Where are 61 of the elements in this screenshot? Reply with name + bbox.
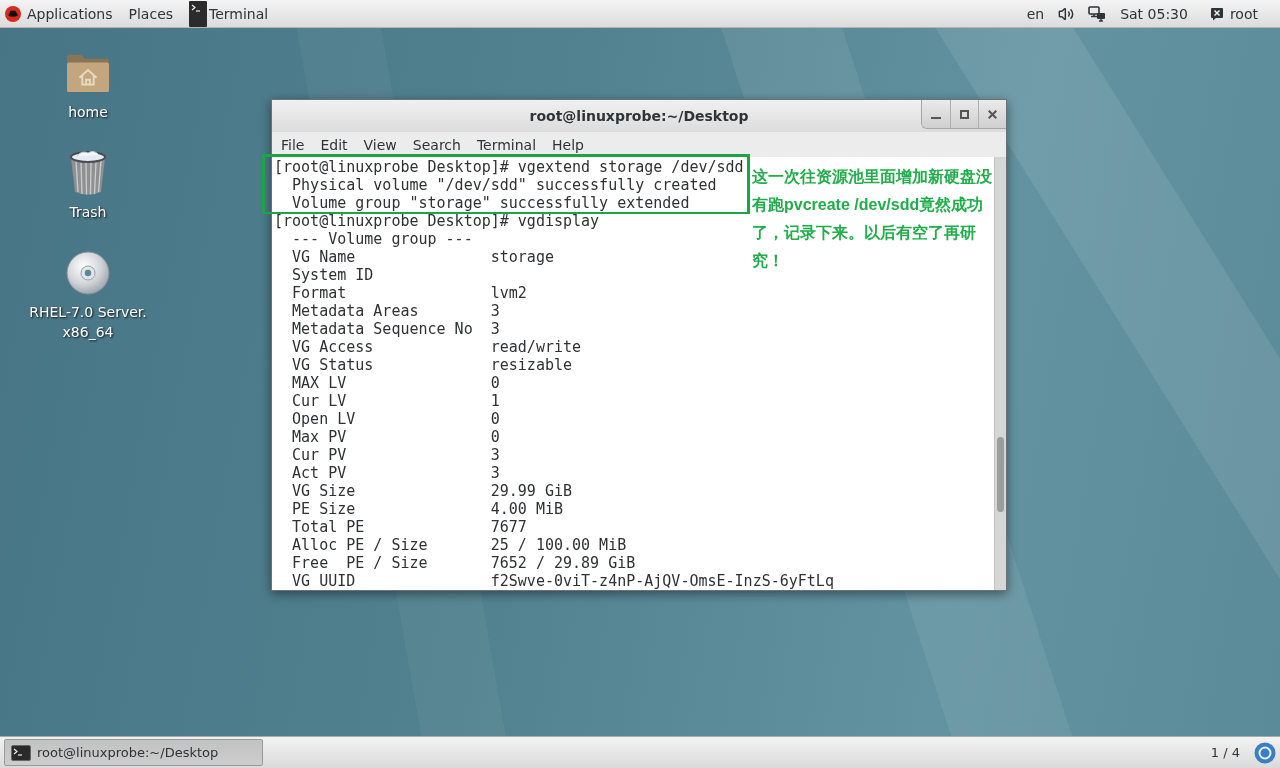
network-icon[interactable] (1088, 5, 1107, 22)
terminal-line: Format lvm2 (291, 284, 527, 302)
minimize-icon (931, 116, 941, 119)
menu-item[interactable]: File (274, 132, 312, 157)
terminal-line: --- Volume group --- (291, 230, 473, 248)
user-status-icon (1209, 6, 1224, 21)
terminal-line: [root@linuxprobe Desktop]# vgdisplay (274, 212, 600, 230)
menu-item[interactable]: Search (405, 132, 468, 157)
terminal-line: Alloc PE / Size 25 / 100.00 MiB (291, 536, 627, 554)
scrollbar-thumb[interactable] (997, 437, 1004, 512)
annotation-note: 这一次往资源池里面增加新硬盘没有跑pvcreate /dev/sdd竟然成功了，记录下来。以后有空了再研究！ (752, 167, 993, 271)
top-menu[interactable]: Places (128, 0, 174, 27)
top-menu[interactable]: Applications (5, 0, 113, 27)
terminal-icon (189, 0, 208, 27)
terminal-line: Cur LV 1 (291, 392, 500, 410)
menu-item[interactable]: Edit (313, 132, 355, 157)
terminal-line: [root@linuxprobe Desktop]# vgextend storage /dev/sdd (274, 158, 744, 176)
terminal-line: Total PE 7677 (291, 518, 527, 536)
terminal-line: VG Access read/write (291, 338, 582, 356)
taskbar-window-button[interactable]: root@linuxprobe:~/Desktop (4, 739, 263, 766)
close-button[interactable] (978, 100, 1006, 128)
hat-logo-icon (5, 5, 21, 22)
maximize-icon (960, 109, 969, 119)
desktop-icon-label[interactable]: RHEL-7.0 Server. x86_64 (29, 302, 147, 342)
terminal-line: System ID (291, 266, 374, 284)
terminal-line: Free PE / Size 7652 / 29.89 GiB (291, 554, 636, 572)
terminal-icon (11, 744, 31, 761)
scrollbar[interactable] (994, 157, 1006, 590)
folder-house-icon (65, 52, 111, 94)
terminal-line: Volume group "storage" successfully extended (291, 194, 690, 212)
minimize-button[interactable] (922, 100, 950, 128)
terminal-line: PE Size 4.00 MiB (291, 500, 563, 518)
terminal-line: Metadata Areas 3 (291, 302, 500, 320)
terminal-line: VG Size 29.99 GiB (291, 482, 572, 500)
menu-item[interactable]: Help (545, 132, 591, 157)
terminal-line: Metadata Sequence No 3 (291, 320, 500, 338)
terminal-line: VG UUID f2Swve-0viT-z4nP-AjQV-OmsE-InzS-6yFtLq (291, 572, 834, 590)
terminal-line: VG Name storage (291, 248, 554, 266)
desktop-icon-label[interactable]: home (68, 102, 108, 122)
disc-icon (66, 251, 110, 295)
keyboard-layout-indicator[interactable]: en (1026, 0, 1045, 27)
terminal-line: MAX LV 0 (291, 374, 500, 392)
clock[interactable]: Sat 05:30 (1120, 0, 1188, 27)
app-menu[interactable]: Terminal (189, 0, 269, 27)
menu-item[interactable]: View (356, 132, 404, 157)
volume-icon[interactable] (1058, 5, 1075, 22)
terminal-line: Cur PV 3 (291, 446, 500, 464)
desktop-icon-label[interactable]: Trash (69, 202, 107, 222)
terminal-line: Max PV 0 (291, 428, 500, 446)
terminal-line: Open LV 0 (291, 410, 500, 428)
round-indicator-icon[interactable] (1254, 741, 1276, 764)
workspace-indicator[interactable]: 1 / 4 (1210, 745, 1240, 760)
trash-bin-icon (68, 149, 108, 197)
user-menu[interactable]: root (1201, 0, 1266, 27)
terminal-line: VG Status resizable (291, 356, 572, 374)
window-title: root@linuxprobe:~/Desktop (529, 108, 749, 124)
close-icon (988, 109, 997, 119)
menu-item[interactable]: Terminal (469, 132, 544, 157)
terminal-line: Act PV 3 (291, 464, 500, 482)
maximize-button[interactable] (950, 100, 978, 128)
terminal-line: Physical volume "/dev/sdd" successfully created (291, 176, 717, 194)
